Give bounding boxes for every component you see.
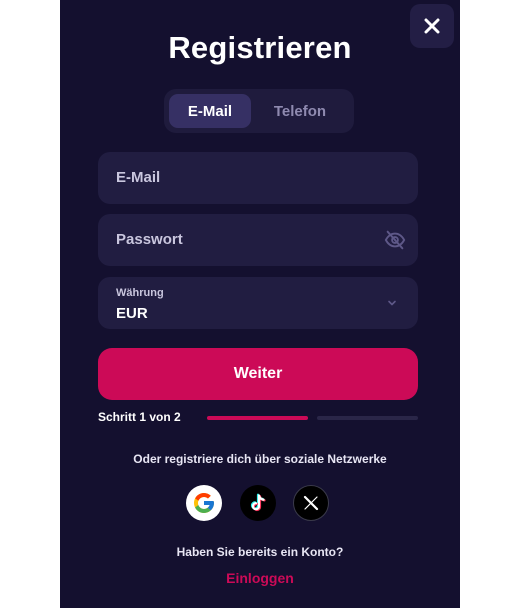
auth-method-tabs: E-Mail Telefon: [164, 89, 354, 133]
existing-account-prompt: Haben Sie bereits ein Konto?: [176, 545, 344, 559]
chevron-down-icon: [388, 300, 396, 306]
page-title: Registrieren: [168, 30, 352, 65]
password-placeholder: Passwort: [116, 231, 183, 248]
tiktok-icon: [250, 493, 266, 512]
login-link[interactable]: Einloggen: [60, 570, 460, 586]
currency-label: Währung: [116, 287, 164, 299]
google-icon: [194, 493, 214, 513]
step-indicator-text: Schritt 1 von 2: [98, 410, 181, 424]
step-progress-segment-1: [207, 416, 308, 420]
x-signup-button[interactable]: [293, 485, 329, 521]
tab-email[interactable]: E-Mail: [169, 94, 251, 128]
currency-value: EUR: [116, 305, 148, 322]
tab-phone[interactable]: Telefon: [251, 94, 349, 128]
step-progress-segment-2: [317, 416, 418, 420]
password-field[interactable]: Passwort: [98, 214, 418, 266]
x-icon: [303, 495, 319, 511]
tiktok-signup-button[interactable]: [240, 485, 276, 521]
continue-button[interactable]: Weiter: [98, 348, 418, 400]
email-field[interactable]: E-Mail: [98, 152, 418, 204]
social-signup-prompt: Oder registriere dich über soziale Netzw…: [133, 452, 387, 466]
currency-select[interactable]: Währung EUR: [98, 277, 418, 329]
eye-off-icon[interactable]: [384, 229, 406, 251]
google-signup-button[interactable]: [186, 485, 222, 521]
email-placeholder: E-Mail: [116, 169, 161, 186]
